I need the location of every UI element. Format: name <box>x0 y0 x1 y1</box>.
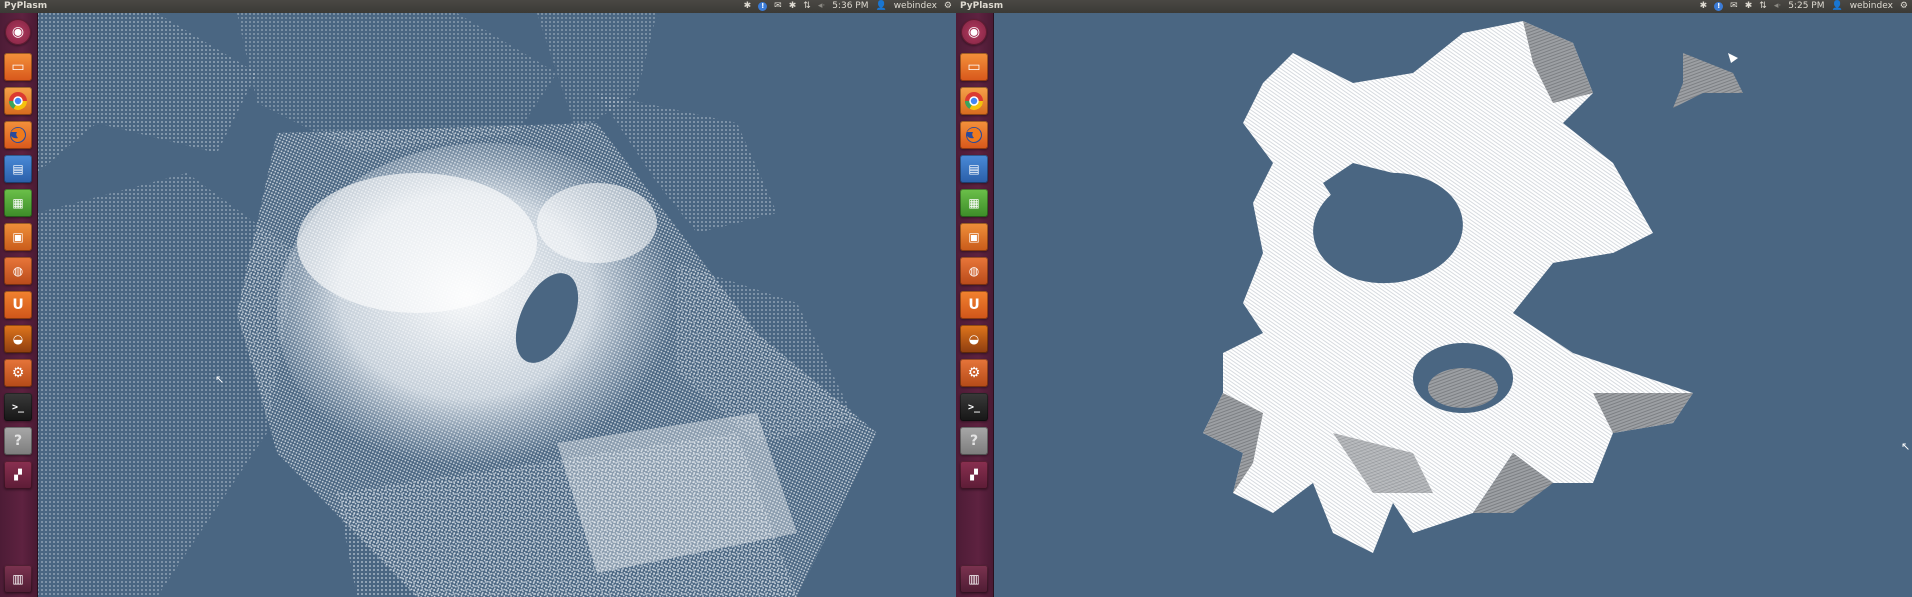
app-title: PyPlasm <box>4 1 48 11</box>
point-cloud-render <box>37 13 956 597</box>
impress-icon[interactable]: ▣ <box>4 223 32 251</box>
ubuntu-one-icon[interactable]: U <box>960 291 988 319</box>
info-icon[interactable]: ! <box>758 2 768 11</box>
ubuntu-one-icon[interactable]: U <box>4 291 32 319</box>
firefox-icon[interactable] <box>4 121 32 149</box>
system-tray: ✱ ! ✉ ✱ ⇅ ◂· 5:25 PM 👤 webindex ⚙ <box>1700 0 1908 13</box>
launcher: ◉ ▭ ▤ ▦ ▣ ◍ U ◒ ⚙ >_ ? ▞ ▥ <box>0 13 38 597</box>
help-icon[interactable]: ? <box>4 427 32 455</box>
terminal-icon[interactable]: >_ <box>960 393 988 421</box>
user-name[interactable]: webindex <box>894 0 937 13</box>
chrome-icon[interactable] <box>960 87 988 115</box>
user-icon[interactable]: 👤 <box>1831 0 1842 13</box>
software-center-icon[interactable]: ◍ <box>4 257 32 285</box>
app-title: PyPlasm <box>960 1 1004 11</box>
help-icon[interactable]: ? <box>960 427 988 455</box>
ubuntu-dash-icon[interactable]: ◉ <box>961 19 987 45</box>
calc-icon[interactable]: ▦ <box>960 189 988 217</box>
blender-icon[interactable]: ◒ <box>960 325 988 353</box>
firefox-icon[interactable] <box>960 121 988 149</box>
ubuntu-dash-icon[interactable]: ◉ <box>5 19 31 45</box>
workspace-switcher-icon[interactable]: ▞ <box>4 461 32 489</box>
network-icon[interactable]: ⇅ <box>1759 0 1767 13</box>
software-center-icon[interactable]: ◍ <box>960 257 988 285</box>
clock-time[interactable]: 5:36 PM <box>832 0 868 13</box>
gear-icon[interactable]: ⚙ <box>1900 0 1908 13</box>
trash-icon[interactable]: ▥ <box>960 565 988 593</box>
system-settings-icon[interactable]: ⚙ <box>4 359 32 387</box>
volume-icon[interactable]: ◂· <box>1774 0 1781 13</box>
blender-icon[interactable]: ◒ <box>4 325 32 353</box>
top-panel: PyPlasm ✱ ! ✉ ✱ ⇅ ◂· 5:25 PM 👤 webindex … <box>956 0 1912 13</box>
user-name[interactable]: webindex <box>1850 0 1893 13</box>
voxel-surface-render <box>993 13 1912 597</box>
clock-time[interactable]: 5:25 PM <box>1788 0 1824 13</box>
user-icon[interactable]: 👤 <box>875 0 886 13</box>
terminal-icon[interactable]: >_ <box>4 393 32 421</box>
network-icon[interactable]: ⇅ <box>803 0 811 13</box>
mail-icon[interactable]: ✉ <box>1730 0 1738 13</box>
pyplasm-viewport[interactable]: ↖ <box>37 13 956 597</box>
calc-icon[interactable]: ▦ <box>4 189 32 217</box>
bluetooth-icon[interactable]: ✱ <box>1700 0 1708 13</box>
volume-icon[interactable]: ◂· <box>818 0 825 13</box>
pyplasm-viewport[interactable]: ↖ <box>993 13 1912 597</box>
writer-icon[interactable]: ▤ <box>960 155 988 183</box>
system-settings-icon[interactable]: ⚙ <box>960 359 988 387</box>
screen-left: PyPlasm ✱ ! ✉ ✱ ⇅ ◂· 5:36 PM 👤 webindex … <box>0 0 956 597</box>
system-tray: ✱ ! ✉ ✱ ⇅ ◂· 5:36 PM 👤 webindex ⚙ <box>744 0 952 13</box>
bluetooth-icon[interactable]: ✱ <box>744 0 752 13</box>
trash-icon[interactable]: ▥ <box>4 565 32 593</box>
writer-icon[interactable]: ▤ <box>4 155 32 183</box>
impress-icon[interactable]: ▣ <box>960 223 988 251</box>
mouse-cursor-icon: ↖ <box>215 373 225 386</box>
launcher: ◉ ▭ ▤ ▦ ▣ ◍ U ◒ ⚙ >_ ? ▞ ▥ <box>956 13 994 597</box>
chrome-icon[interactable] <box>4 87 32 115</box>
mail-icon[interactable]: ✉ <box>774 0 782 13</box>
bluetooth-icon[interactable]: ✱ <box>789 0 797 13</box>
top-panel: PyPlasm ✱ ! ✉ ✱ ⇅ ◂· 5:36 PM 👤 webindex … <box>0 0 956 13</box>
screen-right: PyPlasm ✱ ! ✉ ✱ ⇅ ◂· 5:25 PM 👤 webindex … <box>956 0 1912 597</box>
mouse-cursor-icon: ↖ <box>1901 440 1911 453</box>
gear-icon[interactable]: ⚙ <box>944 0 952 13</box>
workspace-switcher-icon[interactable]: ▞ <box>960 461 988 489</box>
info-icon[interactable]: ! <box>1714 2 1724 11</box>
files-icon[interactable]: ▭ <box>960 53 988 81</box>
bluetooth-icon[interactable]: ✱ <box>1745 0 1753 13</box>
files-icon[interactable]: ▭ <box>4 53 32 81</box>
